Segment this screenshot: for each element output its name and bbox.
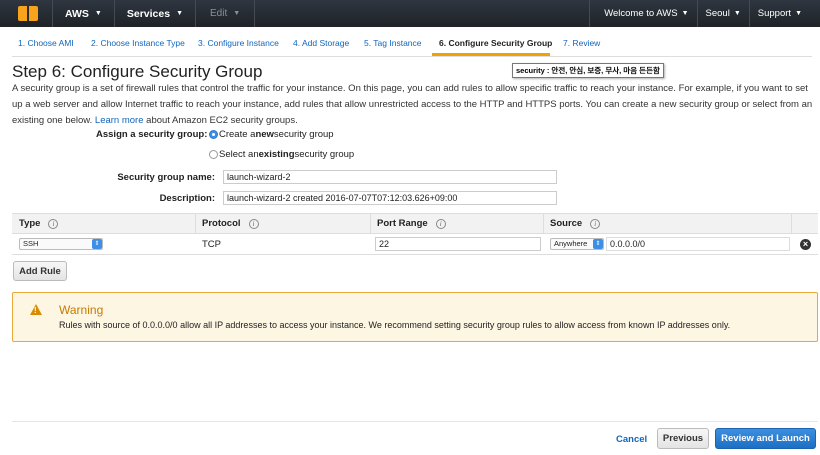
nav-right-group: Welcome to AWS ▼ Seoul ▼ Support ▼ [589, 0, 820, 27]
warning-title: Warning [59, 303, 104, 317]
security-group-name-label: Security group name: [117, 172, 215, 183]
learn-more-link[interactable]: Learn more [95, 115, 144, 126]
rule-protocol: TCP [202, 239, 221, 250]
rule-type-value: SSH [23, 239, 39, 248]
aws-menu[interactable]: AWS ▼ [53, 8, 114, 20]
option-new-suffix: security group [273, 129, 334, 140]
option-new-prefix: Create a [219, 129, 256, 140]
top-navbar: AWS ▼ Services ▼ Edit ▼ Welcome to AWS ▼… [0, 0, 820, 27]
table-row: SSH ⇕ TCP 22 Anywhere ⇕ 0.0.0.0/0 × [12, 234, 818, 255]
info-icon[interactable]: i [248, 218, 259, 229]
support-menu[interactable]: Support ▼ [750, 8, 820, 19]
services-menu-label: Services [126, 7, 171, 20]
footer-divider [12, 421, 818, 422]
chevron-down-icon: ▼ [795, 10, 802, 17]
add-rule-button[interactable]: Add Rule [13, 261, 67, 281]
chevron-down-icon: ▼ [176, 10, 184, 17]
rules-table-header: Type i Protocol i Port Range i Source i [12, 213, 818, 234]
aws-menu-label: AWS [65, 7, 89, 20]
option-existing-suffix: security group [294, 149, 355, 160]
account-menu[interactable]: Welcome to AWS ▼ [590, 8, 696, 19]
chevron-down-icon: ▼ [733, 10, 741, 17]
column-divider [791, 214, 792, 233]
page-description: A security group is a set of firewall ru… [12, 81, 817, 129]
radio-select-existing-group[interactable]: Select an existing security group [209, 149, 354, 160]
column-divider [195, 214, 196, 233]
select-arrows-icon: ⇕ [593, 239, 603, 249]
chevron-down-icon: ▼ [94, 10, 102, 17]
support-menu-label: Support [757, 8, 792, 19]
security-group-name-input[interactable]: launch-wizard-2 [223, 170, 557, 184]
warning-text: Rules with source of 0.0.0.0/0 allow all… [59, 320, 731, 330]
active-tab-indicator [432, 53, 550, 56]
chevron-down-icon: ▼ [681, 10, 689, 17]
tab-choose-ami[interactable]: 1. Choose AMI [18, 38, 74, 48]
tab-tag-instance[interactable]: 5. Tag Instance [364, 38, 422, 48]
column-header-type: Type i [19, 218, 59, 229]
rule-source-select-value: Anywhere [554, 239, 588, 248]
column-header-source: Source i [550, 218, 601, 229]
tab-add-storage[interactable]: 4. Add Storage [293, 38, 349, 48]
tab-configure-instance[interactable]: 3. Configure Instance [198, 38, 279, 48]
region-menu[interactable]: Seoul ▼ [698, 8, 749, 19]
rule-type-select[interactable]: SSH ⇕ [19, 238, 103, 250]
page-title: Step 6: Configure Security Group [12, 62, 263, 81]
remove-rule-icon[interactable]: × [800, 239, 811, 250]
edit-menu-label: Edit [210, 8, 228, 19]
radio-button[interactable] [209, 150, 218, 159]
column-header-port-range: Port Range i [377, 218, 446, 229]
aws-cube-icon[interactable] [18, 6, 38, 21]
column-divider [543, 214, 544, 233]
previous-button[interactable]: Previous [657, 428, 709, 449]
nav-divider [254, 0, 256, 27]
tab-configure-security-group[interactable]: 6. Configure Security Group [439, 38, 552, 48]
rule-source-cidr-input[interactable]: 0.0.0.0/0 [606, 237, 790, 251]
warning-alert: ! Warning Rules with source of 0.0.0.0/0… [12, 292, 818, 342]
dictionary-tooltip: security : 안전, 안심, 보증, 무사, 마음 든든함 [512, 63, 664, 78]
column-header-type-label: Type [19, 218, 41, 229]
description-label: Description: [159, 193, 215, 204]
review-and-launch-button[interactable]: Review and Launch [715, 428, 816, 449]
option-existing-prefix: Select an [219, 149, 259, 160]
tab-review[interactable]: 7. Review [563, 38, 600, 48]
option-existing-bold: existing [258, 149, 295, 160]
info-icon[interactable]: i [48, 218, 59, 229]
wizard-steps: 1. Choose AMI 2. Choose Instance Type 3.… [12, 33, 812, 57]
select-arrows-icon: ⇕ [92, 239, 102, 249]
account-menu-label: Welcome to AWS [604, 8, 678, 19]
column-divider [370, 214, 371, 233]
edit-menu[interactable]: Edit ▼ [196, 8, 254, 19]
region-menu-label: Seoul [705, 8, 730, 19]
radio-create-new-group[interactable]: Create a new security group [209, 129, 334, 140]
radio-button-selected[interactable] [209, 130, 218, 139]
column-header-source-label: Source [550, 218, 583, 229]
column-header-protocol: Protocol i [202, 218, 259, 229]
warning-triangle-icon: ! [30, 304, 42, 315]
info-icon[interactable]: i [590, 218, 601, 229]
option-new-bold: new [255, 129, 274, 140]
rule-source-select[interactable]: Anywhere ⇕ [550, 238, 604, 250]
cancel-button[interactable]: Cancel [616, 434, 647, 445]
services-menu[interactable]: Services ▼ [115, 8, 195, 20]
column-header-protocol-label: Protocol [202, 218, 241, 229]
assign-security-group-label: Assign a security group: [96, 129, 208, 140]
column-header-port-range-label: Port Range [377, 218, 428, 229]
description-input[interactable]: launch-wizard-2 created 2016-07-07T07:12… [223, 191, 557, 205]
rule-port-range-input[interactable]: 22 [375, 237, 541, 251]
tab-choose-instance-type[interactable]: 2. Choose Instance Type [91, 38, 185, 48]
description-suffix: about Amazon EC2 security groups. [146, 115, 298, 126]
info-icon[interactable]: i [435, 218, 446, 229]
chevron-down-icon: ▼ [233, 10, 241, 17]
